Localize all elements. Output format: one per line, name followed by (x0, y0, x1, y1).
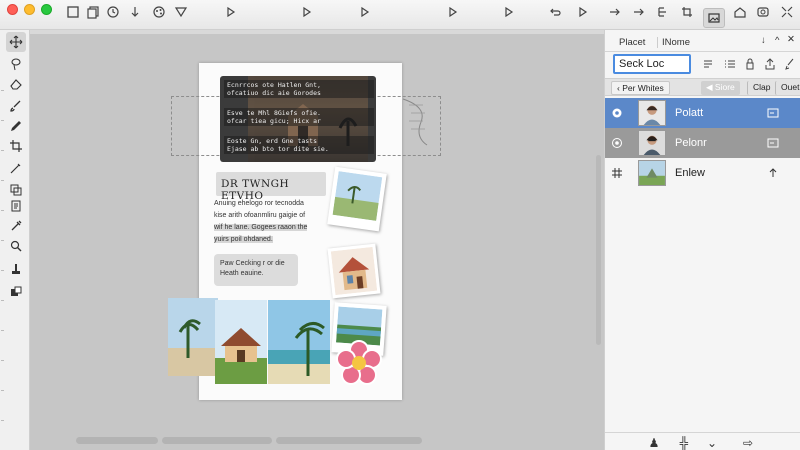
palette-icon[interactable] (150, 3, 168, 21)
flower-sticker[interactable] (336, 340, 382, 386)
magnifier-icon[interactable] (6, 236, 26, 256)
banner-image[interactable]: Ecnrrcos ote Hatlen Gnt, ofcatiuo dic aie… (220, 76, 376, 162)
pen-icon[interactable] (6, 116, 26, 136)
tab-placet[interactable]: Placet (619, 37, 645, 48)
rotate-handle[interactable] (401, 97, 429, 147)
horizontal-scrollbar-segment[interactable] (276, 437, 422, 444)
heading-text[interactable]: DR TWNGH ETVHO (216, 172, 326, 202)
chevron-down-icon[interactable]: ↓ (761, 35, 766, 46)
close-icon[interactable]: ✕ (787, 34, 795, 45)
photo-cottage[interactable] (215, 300, 267, 384)
filter-clap[interactable]: Clap (747, 81, 775, 95)
send-icon[interactable] (172, 3, 190, 21)
zoom-window-button[interactable] (41, 4, 52, 15)
eraser-icon[interactable] (6, 74, 26, 94)
play-icon[interactable] (222, 3, 240, 21)
color-swatch-icon[interactable] (6, 282, 26, 302)
layer-row[interactable]: Enlew (605, 158, 800, 188)
filter-per-whites[interactable]: ‹ Per Whites (611, 81, 670, 95)
arrow-up-icon[interactable] (767, 167, 779, 179)
top-ruler (30, 30, 604, 34)
copy-icon[interactable] (84, 3, 102, 21)
visibility-icon[interactable] (611, 107, 623, 119)
caption-box[interactable]: Paw Cecking r or die Heath eauine. (214, 254, 298, 286)
crop-tool-icon[interactable] (6, 136, 26, 156)
adjust-icon[interactable]: ╬ (677, 436, 691, 450)
photo-tropical[interactable] (268, 300, 330, 384)
crop-icon[interactable] (678, 3, 696, 21)
move-tool-icon[interactable] (6, 32, 26, 52)
document-icon[interactable] (6, 196, 26, 216)
pencil-icon[interactable] (6, 158, 26, 178)
arrow-down-icon[interactable] (126, 3, 144, 21)
play-icon[interactable] (500, 3, 518, 21)
filter-ouet[interactable]: Ouet (775, 81, 800, 95)
banner-text-2: Esve te Mhl 8Giefs ofie. ofcar tiea gicu;… (224, 108, 374, 126)
tools-panel (0, 30, 30, 450)
brush-panel-icon[interactable] (783, 57, 797, 71)
polaroid-beach[interactable] (327, 166, 387, 232)
horizontal-scrollbar-segment[interactable] (76, 437, 158, 444)
layer-thumbnail (638, 130, 666, 156)
body-paragraph[interactable]: Anuing ehelogo ror tecnodda kise arith o… (214, 198, 326, 246)
play-icon[interactable] (298, 3, 316, 21)
layer-thumbnail (638, 100, 666, 126)
search-input[interactable]: Seck Loc (613, 54, 691, 74)
list-bullets-icon[interactable] (723, 57, 737, 71)
panel-tabs: Placet INome ↓ ^ ✕ (605, 30, 800, 52)
layer-mask-icon[interactable] (767, 137, 779, 149)
lasso-icon[interactable] (6, 54, 26, 74)
layer-name[interactable]: Pelonr (675, 137, 707, 149)
undo-icon[interactable] (546, 3, 564, 21)
toolbar (0, 0, 800, 30)
expand-icon[interactable] (778, 3, 796, 21)
fill-icon[interactable] (6, 260, 26, 280)
layer-row[interactable]: Polatt (605, 98, 800, 128)
visibility-icon[interactable] (611, 137, 623, 149)
play-icon[interactable] (574, 3, 592, 21)
layer-row[interactable]: Pelonr (605, 128, 800, 158)
list-view-icon[interactable] (701, 57, 715, 71)
panel-footer: ♟ ╬ ⌄ ⇨ (605, 432, 800, 450)
forward-icon[interactable] (606, 3, 624, 21)
vertical-scrollbar[interactable] (596, 155, 601, 345)
layers-panel: Placet INome ↓ ^ ✕ Seck Loc ‹ Per Whites… (604, 30, 800, 450)
new-document-icon[interactable] (64, 3, 82, 21)
layer-thumbnail (638, 160, 666, 186)
arrow-right-icon[interactable]: ⇨ (741, 436, 755, 450)
layer-mask-icon[interactable] (767, 107, 779, 119)
play-icon[interactable] (356, 3, 374, 21)
eyedropper-icon[interactable] (6, 216, 26, 236)
image-icon[interactable] (703, 8, 725, 28)
filter-siore[interactable]: ◀ Siore (701, 81, 740, 95)
share-icon[interactable] (763, 57, 777, 71)
brush-icon[interactable] (6, 96, 26, 116)
banner-text-1: Ecnrrcos ote Hatlen Gnt, ofcatiuo dic aie… (224, 80, 374, 98)
play-icon[interactable] (444, 3, 462, 21)
horizontal-scrollbar-thumb[interactable] (162, 437, 272, 444)
history-icon[interactable] (104, 3, 122, 21)
tab-inome[interactable]: INome (657, 37, 690, 48)
filter-bar: ‹ Per Whites ◀ Siore Clap Ouet (605, 78, 800, 96)
arrow-right-icon[interactable] (630, 3, 648, 21)
minimize-window-button[interactable] (24, 4, 35, 15)
layer-name[interactable]: Enlew (675, 167, 705, 179)
photo-palms[interactable] (168, 298, 218, 376)
house-sticker[interactable] (327, 243, 381, 299)
stamp-icon[interactable] (754, 3, 772, 21)
app-window: Ecnrrcos ote Hatlen Gnt, ofcatiuo dic aie… (0, 0, 800, 450)
chevron-up-icon[interactable]: ^ (775, 35, 779, 46)
person-icon[interactable]: ♟ (647, 436, 661, 450)
banner-text-3: Eoste Gn, erd Gne tasts Ejase ab bto tor … (224, 136, 374, 154)
home-icon[interactable] (731, 3, 749, 21)
dropdown-icon[interactable]: ⌄ (705, 436, 719, 450)
grid-icon[interactable] (611, 167, 623, 179)
layer-name[interactable]: Polatt (675, 107, 703, 119)
close-window-button[interactable] (7, 4, 18, 15)
layout-icon[interactable] (654, 3, 672, 21)
lock-icon[interactable] (743, 57, 757, 71)
